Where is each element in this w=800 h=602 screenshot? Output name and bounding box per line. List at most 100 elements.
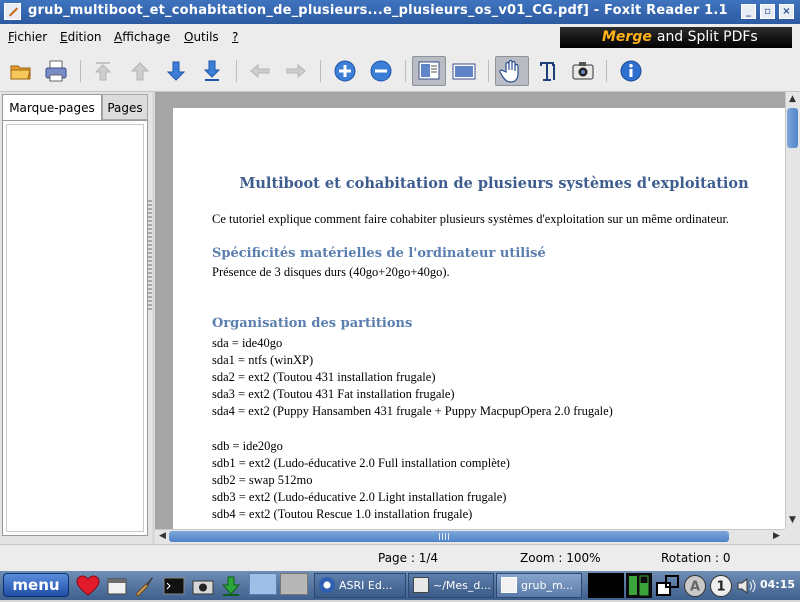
snapshot-icon[interactable] xyxy=(570,58,596,84)
taskbar: menu ASRI Ed... ~/Mes_d... grub_m... A 1… xyxy=(0,571,800,600)
scroll-left-icon[interactable]: ◀ xyxy=(156,530,169,543)
svg-text:1: 1 xyxy=(716,580,725,595)
menu-help-mnemonic: ? xyxy=(232,30,239,44)
desktop-2-pager[interactable] xyxy=(280,573,308,595)
scroll-right-icon[interactable]: ▶ xyxy=(770,530,783,543)
scroll-down-icon[interactable]: ▼ xyxy=(786,514,799,527)
hand-tool-icon[interactable] xyxy=(495,56,529,86)
zoom-out-icon[interactable] xyxy=(368,58,394,84)
asri-app-icon xyxy=(319,577,335,593)
page-indicator[interactable]: Page : 1/4 xyxy=(378,551,438,565)
menu-affichage[interactable]: Affichage xyxy=(114,30,170,44)
toolbar-separator xyxy=(405,60,406,82)
bookmarks-list[interactable] xyxy=(6,124,144,532)
tab-pages[interactable]: Pages xyxy=(102,94,148,120)
window-title: grub_multiboot_et_cohabitation_de_plusie… xyxy=(28,3,728,18)
status-bar: Page : 1/4 Zoom : 100% Rotation : 0 xyxy=(0,544,800,571)
pdf-page: Multiboot et cohabitation de plusieurs s… xyxy=(173,108,785,529)
task-file-manager[interactable]: ~/Mes_d... xyxy=(408,573,494,598)
close-button[interactable]: × xyxy=(779,4,794,19)
info-icon[interactable] xyxy=(618,58,644,84)
cpu-monitor-icon xyxy=(588,573,624,598)
panel-splitter-handle[interactable] xyxy=(148,200,152,310)
zoom-in-icon[interactable] xyxy=(332,58,358,84)
maximize-button[interactable]: ▫ xyxy=(760,4,775,19)
task-asri-editor[interactable]: ASRI Ed... xyxy=(314,573,406,598)
fit-page-icon[interactable] xyxy=(412,56,446,86)
partition-line: sdb = ide20go xyxy=(212,439,283,453)
scroll-up-icon[interactable]: ▲ xyxy=(786,93,799,106)
task-label: grub_m... xyxy=(521,579,574,592)
merge-split-banner[interactable]: Merge and Split PDFs xyxy=(560,27,792,48)
caps-lock-icon[interactable]: A xyxy=(683,574,706,597)
last-page-icon[interactable] xyxy=(199,58,225,84)
menu-affichage-label: ffichage xyxy=(122,30,171,44)
next-page-icon[interactable] xyxy=(163,58,189,84)
menu-help[interactable]: ? xyxy=(232,30,238,44)
horizontal-scrollbar[interactable]: ◀ ▶ xyxy=(155,529,785,544)
menu-edition-mnemonic: E xyxy=(60,30,68,44)
task-label: ASRI Ed... xyxy=(339,579,393,592)
zoom-indicator[interactable]: Zoom : 100% xyxy=(520,551,601,565)
menu-fichier-label: ichier xyxy=(14,30,48,44)
download-icon[interactable] xyxy=(220,575,242,597)
previous-page-icon[interactable] xyxy=(127,58,153,84)
first-page-icon[interactable] xyxy=(90,58,116,84)
desktop-1-pager[interactable] xyxy=(249,573,277,595)
terminal-icon[interactable] xyxy=(163,575,185,597)
task-foxit-reader[interactable]: grub_m... xyxy=(496,573,582,598)
vertical-scroll-thumb[interactable] xyxy=(787,108,798,148)
section-heading-partitions: Organisation des partitions xyxy=(212,316,413,331)
menu-fichier[interactable]: Fichier xyxy=(8,30,47,44)
file-manager-icon[interactable] xyxy=(106,575,128,597)
tab-bookmarks[interactable]: Marque-pages xyxy=(2,94,102,120)
document-intro: Ce tutoriel explique comment faire cohab… xyxy=(212,212,730,226)
toolbar-separator xyxy=(320,60,321,82)
minimize-button[interactable]: _ xyxy=(741,4,756,19)
section-heading-hardware: Spécificités matérielles de l'ordinateur… xyxy=(212,246,546,261)
clock[interactable]: 04:15 xyxy=(760,578,795,591)
navigation-panel: Marque-pages Pages xyxy=(0,92,152,544)
title-bar: grub_multiboot_et_cohabitation_de_plusie… xyxy=(0,0,800,24)
volume-icon[interactable] xyxy=(735,574,757,596)
paint-brush-icon[interactable] xyxy=(133,575,155,597)
partition-line: sdb3 = ext2 (Ludo-éducative 2.0 Light in… xyxy=(212,490,507,504)
memory-monitor-icon xyxy=(626,573,652,598)
partition-line: sda4 = ext2 (Puppy Hansamben 431 frugale… xyxy=(212,404,613,418)
start-menu-button[interactable]: menu xyxy=(3,573,69,597)
folder-window-icon xyxy=(413,577,429,593)
window-switch-icon[interactable] xyxy=(656,574,679,596)
num-lock-icon[interactable]: 1 xyxy=(709,574,732,597)
toolbar-separator xyxy=(606,60,607,82)
document-viewport[interactable]: Multiboot et cohabitation de plusieurs s… xyxy=(155,92,785,529)
svg-text:A: A xyxy=(690,580,700,595)
vertical-scrollbar[interactable]: ▲ ▼ xyxy=(785,92,800,529)
partition-line: sdb2 = swap 512mo xyxy=(212,473,313,487)
partition-line: sda = ide40go xyxy=(212,336,283,350)
back-arrow-icon[interactable] xyxy=(247,58,273,84)
camera-icon[interactable] xyxy=(192,575,214,597)
banner-merge-text: Merge xyxy=(602,29,652,45)
menu-outils-label: utils xyxy=(193,30,219,44)
print-icon[interactable] xyxy=(43,58,69,84)
partition-line: sda2 = ext2 (Toutou 431 installation fru… xyxy=(212,370,436,384)
paragraph-hardware: Présence de 3 disques durs (40go+20go+40… xyxy=(212,265,450,279)
forward-arrow-icon[interactable] xyxy=(283,58,309,84)
scroll-grip-icon xyxy=(439,533,449,540)
scrollbar-corner xyxy=(785,529,800,544)
fit-width-icon[interactable] xyxy=(451,58,477,84)
foxit-app-icon[interactable] xyxy=(4,3,21,20)
open-folder-icon[interactable] xyxy=(8,58,34,84)
partition-line: sda1 = ntfs (winXP) xyxy=(212,353,314,367)
partition-line: sdb1 = ext2 (Ludo-éducative 2.0 Full ins… xyxy=(212,456,510,470)
text-select-icon[interactable] xyxy=(534,58,560,84)
toolbar-separator xyxy=(488,60,489,82)
document-title: Multiboot et cohabitation de plusieurs s… xyxy=(239,175,749,192)
menu-outils[interactable]: Outils xyxy=(184,30,219,44)
partition-line: sdb4 = ext2 (Toutou Rescue 1.0 installat… xyxy=(212,507,473,521)
horizontal-scroll-thumb[interactable] xyxy=(169,531,729,542)
menu-edition[interactable]: Edition xyxy=(60,30,102,44)
foxit-task-icon xyxy=(501,577,517,593)
heart-icon[interactable] xyxy=(76,575,100,597)
task-label: ~/Mes_d... xyxy=(433,579,491,592)
